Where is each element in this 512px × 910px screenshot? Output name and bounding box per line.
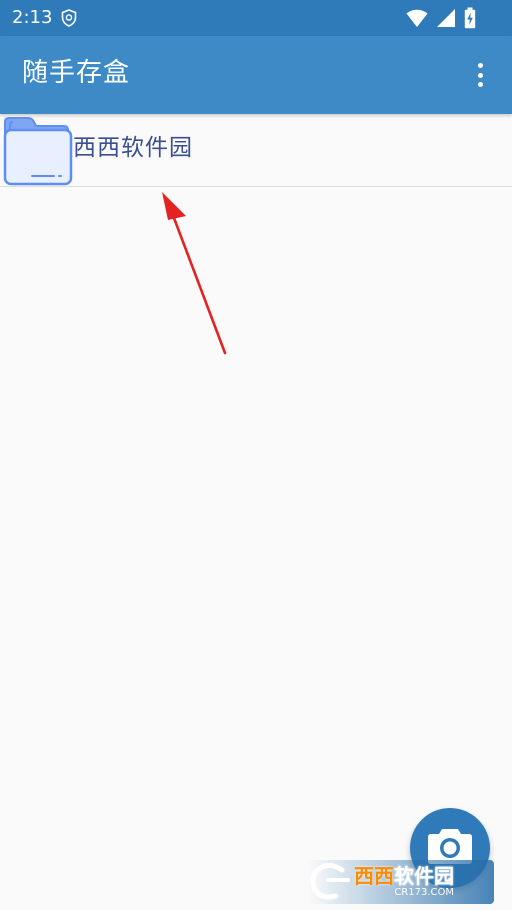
watermark-name-accent: 西西 (354, 864, 394, 888)
folder-icon (2, 116, 74, 186)
status-icons (406, 7, 476, 33)
status-bar: 2:13 (0, 0, 512, 36)
site-watermark: 西西软件园 CR173.COM (308, 860, 494, 904)
shield-icon (61, 9, 77, 31)
folder-list-item[interactable]: 西西软件园 (0, 114, 512, 187)
menu-dot (477, 63, 483, 68)
app-bar: 随手存盒 (0, 36, 512, 114)
watermark-name: 西西软件园 (354, 865, 454, 887)
battery-charging-icon (464, 7, 476, 33)
menu-dot (477, 72, 483, 78)
signal-icon (436, 8, 456, 32)
watermark-logo-icon (308, 862, 352, 902)
menu-dot (477, 82, 483, 87)
folder-name: 西西软件园 (73, 135, 193, 161)
wifi-icon (406, 8, 428, 32)
watermark-url: CR173.COM (394, 887, 454, 898)
app-title: 随手存盒 (22, 58, 131, 88)
annotation-arrow-icon (162, 192, 227, 355)
watermark-text: 西西软件园 CR173.COM (354, 865, 454, 899)
status-time: 2:13 (12, 7, 53, 28)
more-vert-icon[interactable] (470, 61, 490, 89)
watermark-name-rest: 软件园 (394, 864, 454, 888)
